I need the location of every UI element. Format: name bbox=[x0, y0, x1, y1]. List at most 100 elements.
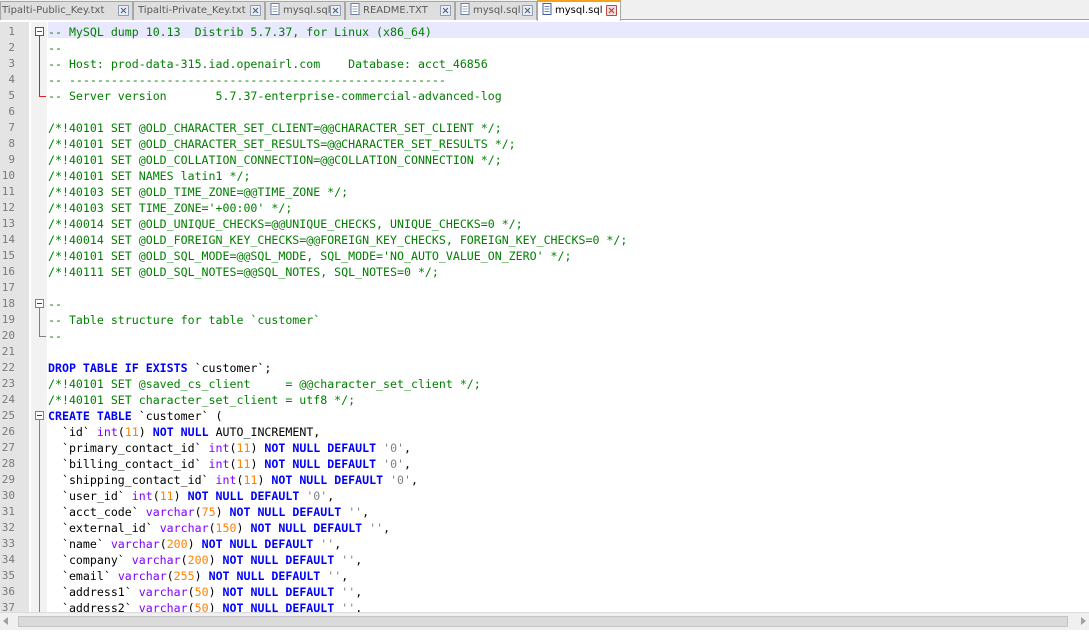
code-line[interactable]: 7 /*!40101 SET @OLD_CHARACTER_SET_CLIENT=… bbox=[0, 120, 1089, 136]
code-line[interactable]: 34 `company` varchar(200) NOT NULL DEFAU… bbox=[0, 552, 1089, 568]
code-text[interactable]: `billing_contact_id` int(11) NOT NULL DE… bbox=[48, 456, 411, 472]
code-line[interactable]: 2 -- bbox=[0, 40, 1089, 56]
code-text[interactable]: -- Table structure for table `customer` bbox=[48, 312, 320, 328]
code-line[interactable]: 26 `id` int(11) NOT NULL AUTO_INCREMENT, bbox=[0, 424, 1089, 440]
code-line[interactable]: 36 `address1` varchar(50) NOT NULL DEFAU… bbox=[0, 584, 1089, 600]
code-text[interactable]: -- -------------------------------------… bbox=[48, 72, 446, 88]
close-icon[interactable] bbox=[250, 5, 261, 16]
code-line[interactable]: 33 `name` varchar(200) NOT NULL DEFAULT … bbox=[0, 536, 1089, 552]
code-text[interactable]: CREATE TABLE `customer` ( bbox=[48, 408, 223, 424]
scroll-right-icon[interactable] bbox=[1081, 617, 1086, 625]
code-text[interactable]: /*!40101 SET @OLD_CHARACTER_SET_CLIENT=@… bbox=[48, 120, 502, 136]
code-line[interactable]: 18 -- bbox=[0, 296, 1089, 312]
code-text[interactable]: /*!40101 SET @saved_cs_client = @@charac… bbox=[48, 376, 481, 392]
code-line[interactable]: 16 /*!40111 SET @OLD_SQL_NOTES=@@SQL_NOTE… bbox=[0, 264, 1089, 280]
code-text[interactable]: `name` varchar(200) NOT NULL DEFAULT '', bbox=[48, 536, 341, 552]
code-text[interactable]: -- Server version 5.7.37-enterprise-comm… bbox=[48, 88, 502, 104]
code-text[interactable]: /*!40111 SET @OLD_SQL_NOTES=@@SQL_NOTES,… bbox=[48, 264, 439, 280]
number-token: 255 bbox=[173, 569, 195, 583]
keyword-token: NOT NULL DEFAULT bbox=[222, 553, 335, 567]
code-line[interactable]: 14 /*!40014 SET @OLD_FOREIGN_KEY_CHECKS=@… bbox=[0, 232, 1089, 248]
code-line[interactable]: 4 -- ------------------------------------… bbox=[0, 72, 1089, 88]
tab-readme[interactable]: README.TXT bbox=[345, 1, 455, 20]
code-line[interactable]: 19 -- Table structure for table `customer… bbox=[0, 312, 1089, 328]
code-line[interactable]: 6 bbox=[0, 104, 1089, 120]
horizontal-scrollbar[interactable] bbox=[0, 612, 1089, 630]
code-line[interactable]: 8 /*!40101 SET @OLD_CHARACTER_SET_RESULTS… bbox=[0, 136, 1089, 152]
code-text[interactable]: `id` int(11) NOT NULL AUTO_INCREMENT, bbox=[48, 424, 320, 440]
code-text[interactable]: -- Host: prod-data-315.iad.openairl.com … bbox=[48, 56, 488, 72]
code-line[interactable]: 20 -- bbox=[0, 328, 1089, 344]
code-line[interactable]: 12 /*!40103 SET TIME_ZONE='+00:00' */; bbox=[0, 200, 1089, 216]
code-text[interactable]: -- bbox=[48, 296, 62, 312]
code-text[interactable]: `shipping_contact_id` int(11) NOT NULL D… bbox=[48, 472, 418, 488]
line-number: 36 bbox=[1, 585, 15, 598]
code-text[interactable]: -- bbox=[48, 328, 62, 344]
code-text[interactable]: /*!40103 SET @OLD_TIME_ZONE=@@TIME_ZONE … bbox=[48, 184, 348, 200]
tab-mysql-active[interactable]: mysql.sql bbox=[537, 0, 621, 21]
code-text[interactable]: `user_id` int(11) NOT NULL DEFAULT '0', bbox=[48, 488, 334, 504]
string-token: '0' bbox=[390, 473, 412, 487]
fold-icon[interactable] bbox=[35, 411, 44, 420]
code-text[interactable]: `primary_contact_id` int(11) NOT NULL DE… bbox=[48, 440, 411, 456]
code-line[interactable]: 27 `primary_contact_id` int(11) NOT NULL… bbox=[0, 440, 1089, 456]
code-line[interactable]: 21 bbox=[0, 344, 1089, 360]
code-line[interactable]: 5 -- Server version 5.7.37-enterprise-com… bbox=[0, 88, 1089, 104]
code-line[interactable]: 9 /*!40101 SET @OLD_COLLATION_CONNECTION=… bbox=[0, 152, 1089, 168]
code-text[interactable]: /*!40103 SET TIME_ZONE='+00:00' */; bbox=[48, 200, 292, 216]
code-line[interactable]: 1 -- MySQL dump 10.13 Distrib 5.7.37, for… bbox=[0, 24, 1089, 40]
code-text[interactable]: `company` varchar(200) NOT NULL DEFAULT … bbox=[48, 552, 362, 568]
code-text[interactable]: DROP TABLE IF EXISTS `customer`; bbox=[48, 360, 271, 376]
close-icon[interactable] bbox=[118, 5, 129, 16]
code-line[interactable]: 24 /*!40101 SET character_set_client = ut… bbox=[0, 392, 1089, 408]
scrollbar-thumb[interactable] bbox=[18, 616, 1068, 627]
tab-bar: Tipalti-Public_Key.txt Tipalti-Private_K… bbox=[0, 0, 1089, 21]
code-line[interactable]: 15 /*!40101 SET @OLD_SQL_MODE=@@SQL_MODE,… bbox=[0, 248, 1089, 264]
code-text[interactable]: /*!40101 SET @OLD_CHARACTER_SET_RESULTS=… bbox=[48, 136, 516, 152]
code-text[interactable]: /*!40014 SET @OLD_UNIQUE_CHECKS=@@UNIQUE… bbox=[48, 216, 523, 232]
tab-tipalti-private-key[interactable]: Tipalti-Private_Key.txt bbox=[133, 1, 265, 20]
code-line[interactable]: 22 DROP TABLE IF EXISTS `customer`; bbox=[0, 360, 1089, 376]
code-line[interactable]: 35 `email` varchar(255) NOT NULL DEFAULT… bbox=[0, 568, 1089, 584]
scroll-left-icon[interactable] bbox=[3, 617, 8, 625]
fold-icon[interactable] bbox=[35, 299, 44, 308]
code-text[interactable]: /*!40101 SET @OLD_SQL_MODE=@@SQL_MODE, S… bbox=[48, 248, 572, 264]
tab-mysql-2[interactable]: mysql.sql bbox=[455, 1, 537, 20]
code-line[interactable]: 29 `shipping_contact_id` int(11) NOT NUL… bbox=[0, 472, 1089, 488]
code-line[interactable]: 31 `acct_code` varchar(75) NOT NULL DEFA… bbox=[0, 504, 1089, 520]
fold-guide bbox=[39, 552, 40, 568]
fold-guide bbox=[39, 328, 40, 336]
code-text[interactable]: `external_id` varchar(150) NOT NULL DEFA… bbox=[48, 520, 390, 536]
code-line[interactable]: 13 /*!40014 SET @OLD_UNIQUE_CHECKS=@@UNIQ… bbox=[0, 216, 1089, 232]
code-text[interactable]: `acct_code` varchar(75) NOT NULL DEFAULT… bbox=[48, 504, 369, 520]
code-line[interactable]: 23 /*!40101 SET @saved_cs_client = @@char… bbox=[0, 376, 1089, 392]
code-lines[interactable]: 1 -- MySQL dump 10.13 Distrib 5.7.37, for… bbox=[0, 24, 1089, 614]
tab-mysql-1[interactable]: mysql.sql bbox=[265, 1, 345, 20]
fold-icon[interactable] bbox=[35, 27, 44, 36]
code-line[interactable]: 25 CREATE TABLE `customer` ( bbox=[0, 408, 1089, 424]
code-text[interactable]: /*!40101 SET character_set_client = utf8… bbox=[48, 392, 355, 408]
code-text[interactable]: /*!40101 SET NAMES latin1 */; bbox=[48, 168, 250, 184]
code-line[interactable]: 30 `user_id` int(11) NOT NULL DEFAULT '0… bbox=[0, 488, 1089, 504]
close-icon[interactable] bbox=[606, 5, 617, 16]
text-token: ( bbox=[117, 425, 125, 439]
tab-tipalti-public-key[interactable]: Tipalti-Public_Key.txt bbox=[0, 1, 133, 20]
code-line[interactable]: 3 -- Host: prod-data-315.iad.openairl.com… bbox=[0, 56, 1089, 72]
close-icon[interactable] bbox=[330, 5, 341, 16]
code-text[interactable]: -- MySQL dump 10.13 Distrib 5.7.37, for … bbox=[48, 24, 432, 40]
close-icon[interactable] bbox=[522, 5, 533, 16]
string-token: '' bbox=[320, 537, 335, 551]
close-icon[interactable] bbox=[440, 5, 451, 16]
code-text[interactable]: /*!40101 SET @OLD_COLLATION_CONNECTION=@… bbox=[48, 152, 502, 168]
code-text[interactable]: `email` varchar(255) NOT NULL DEFAULT ''… bbox=[48, 568, 348, 584]
code-text[interactable]: `address1` varchar(50) NOT NULL DEFAULT … bbox=[48, 584, 362, 600]
code-editor[interactable]: 1 -- MySQL dump 10.13 Distrib 5.7.37, for… bbox=[0, 22, 1089, 614]
code-line[interactable]: 11 /*!40103 SET @OLD_TIME_ZONE=@@TIME_ZON… bbox=[0, 184, 1089, 200]
code-line[interactable]: 17 bbox=[0, 280, 1089, 296]
code-line[interactable]: 32 `external_id` varchar(150) NOT NULL D… bbox=[0, 520, 1089, 536]
code-text[interactable]: -- bbox=[48, 40, 62, 56]
type-token: int bbox=[208, 441, 230, 455]
code-line[interactable]: 28 `billing_contact_id` int(11) NOT NULL… bbox=[0, 456, 1089, 472]
code-text[interactable]: /*!40014 SET @OLD_FOREIGN_KEY_CHECKS=@@F… bbox=[48, 232, 627, 248]
code-line[interactable]: 10 /*!40101 SET NAMES latin1 */; bbox=[0, 168, 1089, 184]
